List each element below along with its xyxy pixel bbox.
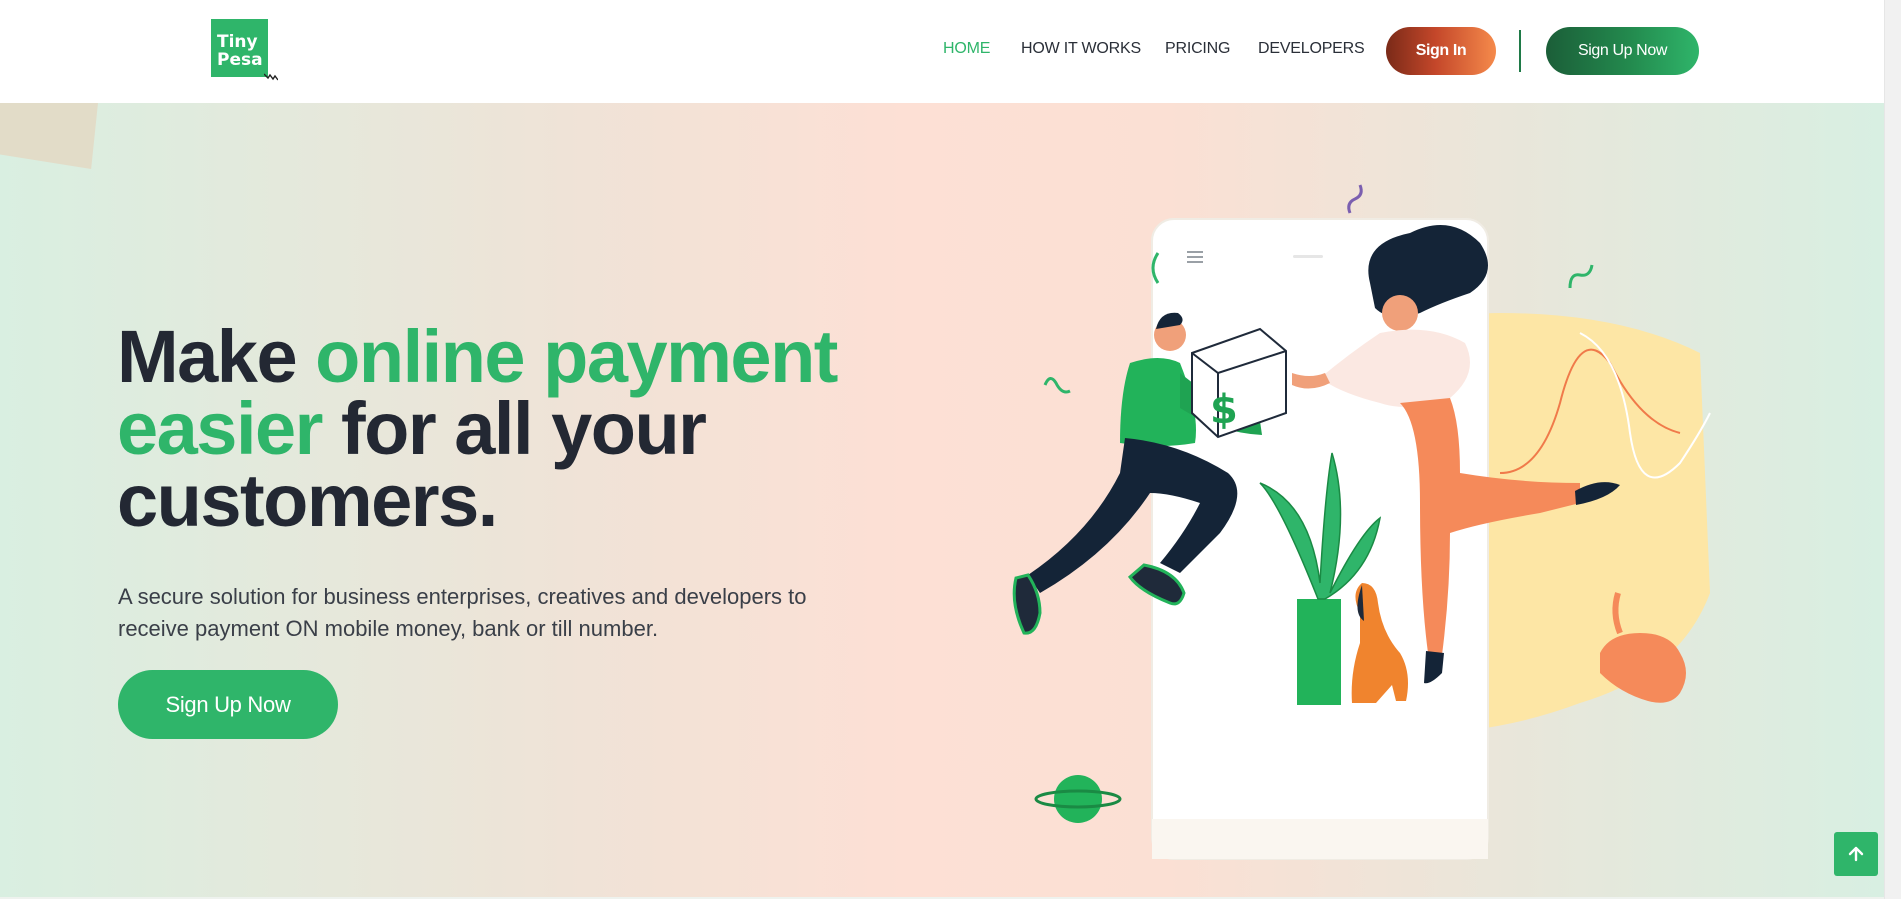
hamburger-icon	[1187, 251, 1203, 263]
woman-head	[1382, 295, 1418, 331]
squiggle-purple	[1347, 184, 1363, 214]
back-to-top-button[interactable]	[1834, 832, 1878, 876]
logo-line-2: Pesa	[217, 50, 263, 70]
planet-body	[1054, 775, 1102, 823]
hero-headline: Make online payment easier for all your cu…	[117, 320, 838, 538]
hero-subtext: A secure solution for business enterpris…	[118, 581, 878, 645]
plant-pot	[1297, 599, 1341, 705]
logo-tail-icon	[264, 73, 278, 81]
page-scrollbar[interactable]	[1884, 0, 1901, 899]
sign-in-button[interactable]: Sign In	[1386, 27, 1496, 75]
headline-highlight-2: easier	[117, 387, 323, 470]
nav-pricing[interactable]: PRICING	[1165, 40, 1230, 58]
hero-sign-up-button[interactable]: Sign Up Now	[118, 670, 338, 739]
phone-bottom-bar	[1152, 819, 1488, 859]
hero-illustration: $	[1012, 184, 1711, 860]
dollar-symbol: $	[1210, 387, 1238, 433]
tinypesa-logo[interactable]: Tiny Pesa	[211, 19, 268, 77]
header-sign-up-button[interactable]: Sign Up Now	[1546, 27, 1699, 75]
logo-line-1: Tiny	[217, 32, 258, 52]
squiggle-green-right	[1568, 264, 1594, 289]
hero-section: Make online payment easier for all your cu…	[0, 103, 1884, 899]
arrow-up-icon	[1848, 846, 1864, 862]
headline-part-3: customers.	[117, 459, 498, 542]
squiggle-green-left	[1043, 377, 1071, 394]
nav-how-it-works[interactable]: HOW IT WORKS	[1021, 40, 1141, 58]
subtext-line-2: receive payment ON mobile money, bank or…	[118, 616, 659, 641]
headline-part-1: Make	[117, 315, 316, 398]
headline-part-2: for all your	[321, 387, 707, 470]
nav-divider	[1519, 30, 1521, 72]
phone-speaker	[1293, 255, 1323, 258]
nav-developers[interactable]: DEVELOPERS	[1258, 40, 1365, 58]
headline-highlight-1: online payment	[315, 315, 838, 398]
site-header: Tiny Pesa HOME HOW IT WORKS PRICING DEVE…	[0, 0, 1884, 103]
decorative-corner-shape	[0, 103, 98, 169]
subtext-line-1: A secure solution for business enterpris…	[118, 584, 807, 609]
nav-home[interactable]: HOME	[943, 40, 990, 58]
